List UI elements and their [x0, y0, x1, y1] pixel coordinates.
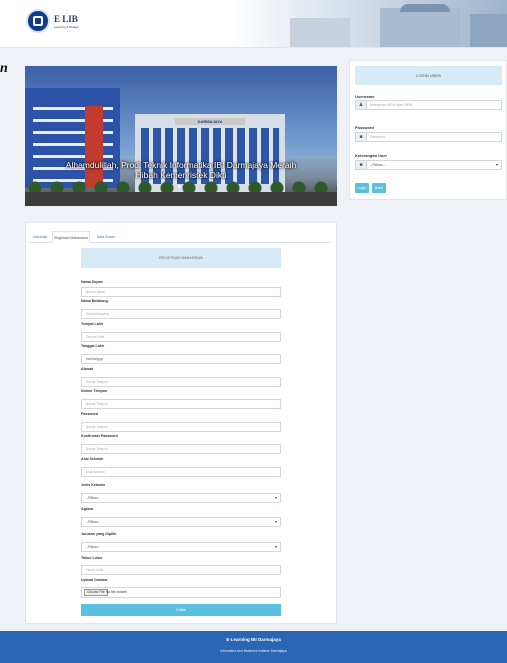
placeholder: mm/dd/yyyy [86, 357, 104, 361]
logo-text: E LIB [54, 14, 78, 24]
field-label: Jenis Kelamin [81, 483, 106, 487]
asal-sekolah-input[interactable]: Asal Sekolah [81, 467, 281, 477]
tab-data-dosen[interactable]: Data Dosen [94, 231, 118, 243]
username-placeholder: Masukkan NIDN atau NPM [370, 103, 413, 107]
jenis-kelamin-select[interactable]: --Pilihan-- ▾ [81, 493, 281, 503]
nomor-telepon-input[interactable]: Nomor Telepon [81, 399, 281, 409]
alamat-input[interactable]: Nomor Telepon [81, 377, 281, 387]
placeholder: Nama Belakang [86, 312, 109, 316]
password-label: Password [355, 125, 374, 130]
tempat-lahir-input[interactable]: Tempat Lahir [81, 332, 281, 342]
nama-belakang-input[interactable]: Nama Belakang [81, 309, 281, 319]
placeholder: Nomor Telepon [86, 380, 108, 384]
field-label: Asal Sekolah [81, 457, 104, 461]
user-icon: ♟ [356, 101, 367, 109]
placeholder: Nomor Telepon [86, 402, 108, 406]
footer-title: E-Learning IBI Darmajaya [226, 637, 281, 642]
building-sign: DARMAJAYA [175, 118, 245, 125]
placeholder: Tahun Lulus [86, 568, 104, 572]
login-title: LOGIN USER [355, 66, 502, 85]
field-label: Konfirmasi Password [81, 434, 118, 438]
field-label: Nama Belakang [81, 299, 108, 303]
keterangan-select[interactable]: ■ --Pilihan-- ▾ [355, 160, 502, 170]
field-label: Tanggal Lahir [81, 344, 105, 348]
field-label: Jurusan yang Dipilih [81, 532, 117, 536]
username-input[interactable]: ♟ Masukkan NIDN atau NPM [355, 100, 502, 110]
batal-button[interactable]: Batal [372, 183, 386, 193]
tahun-lulus-input[interactable]: Tahun Lulus [81, 565, 281, 575]
file-status: No file chosen [106, 590, 127, 594]
field-label: Password [81, 412, 98, 416]
username-label: Username [355, 94, 375, 99]
site-header: E LIB Learning & Belajar [0, 0, 507, 48]
registration-heading: REGISTRASI MAHASISWA [81, 248, 281, 268]
field-label: Agama [81, 507, 93, 511]
password-field[interactable]: Nomor Telepon [81, 422, 281, 432]
nama-depan-input[interactable]: Nama Depan [81, 287, 281, 297]
chevron-down-icon: ▾ [274, 519, 277, 524]
elib-logo-icon[interactable] [26, 9, 50, 33]
field-label: Nama Depan [81, 280, 103, 284]
password-input[interactable]: ■ Password [355, 132, 502, 142]
daftar-button[interactable]: Daftar [81, 604, 281, 616]
site-footer: E-Learning IBI Darmajaya Informatics And… [0, 631, 507, 663]
carousel-indicator[interactable] [178, 185, 181, 188]
password-placeholder: Password [370, 135, 386, 139]
header-campus-image [230, 0, 507, 47]
login-box: LOGIN USER Username ♟ Masukkan NIDN atau… [349, 60, 507, 200]
banner-caption: Alhamdulillah, Prodi Teknik Informatika … [25, 160, 337, 180]
tab-bar: Informasi Registrasi Mahasiswa Data Dose… [30, 231, 330, 243]
placeholder: --Pilihan-- [86, 496, 100, 500]
news-banner-image[interactable]: DARMAJAYA [25, 66, 337, 206]
placeholder: --Pilihan-- [86, 520, 100, 524]
logo-subtitle: Learning & Belajar [54, 25, 79, 29]
placeholder: --Pilihan-- [86, 545, 100, 549]
jurusan-select[interactable]: --Pilihan-- ▾ [81, 542, 281, 552]
chevron-down-icon: ▾ [495, 162, 498, 167]
field-label: Alamat [81, 367, 93, 371]
placeholder: Tempat Lahir [86, 335, 105, 339]
placeholder: Nama Depan [86, 290, 105, 294]
registration-panel: Informasi Registrasi Mahasiswa Data Dose… [25, 222, 337, 624]
placeholder: Asal Sekolah [86, 470, 105, 474]
lock-icon: ■ [356, 161, 367, 169]
keterangan-label: Keterangan User [355, 153, 388, 158]
field-label: Tempat Lahir [81, 322, 104, 326]
stray-heading-fragment: n [0, 61, 8, 76]
placeholder: Nomor Telepon [86, 425, 108, 429]
login-button[interactable]: Login [355, 183, 369, 193]
upload-gambar-input[interactable]: Choose File No file chosen [81, 587, 281, 598]
banner-caption-line1: Alhamdulillah, Prodi Teknik Informatika … [65, 160, 297, 170]
banner-caption-line2: Hibah Kemenristek Dikti [135, 170, 227, 180]
field-label: Upload Gambar [81, 578, 108, 582]
chevron-down-icon: ▾ [274, 544, 277, 549]
placeholder: Nomor Telepon [86, 447, 108, 451]
chevron-down-icon: ▾ [274, 495, 277, 500]
tab-informasi[interactable]: Informasi [30, 231, 50, 243]
keterangan-value: --Pilihan-- [370, 163, 386, 167]
lock-icon: ■ [356, 133, 367, 141]
agama-select[interactable]: --Pilihan-- ▾ [81, 517, 281, 527]
field-label: Tahun Lulus [81, 556, 103, 560]
tanggal-lahir-input[interactable]: mm/dd/yyyy [81, 354, 281, 364]
footer-subtitle: Informatics And Business Institute Darma… [220, 649, 287, 653]
tab-registrasi-mahasiswa[interactable]: Registrasi Mahasiswa [52, 231, 90, 243]
konfirmasi-password-field[interactable]: Nomor Telepon [81, 444, 281, 454]
choose-file-button[interactable]: Choose File [84, 589, 108, 596]
field-label: Nomor Telepon [81, 389, 108, 393]
